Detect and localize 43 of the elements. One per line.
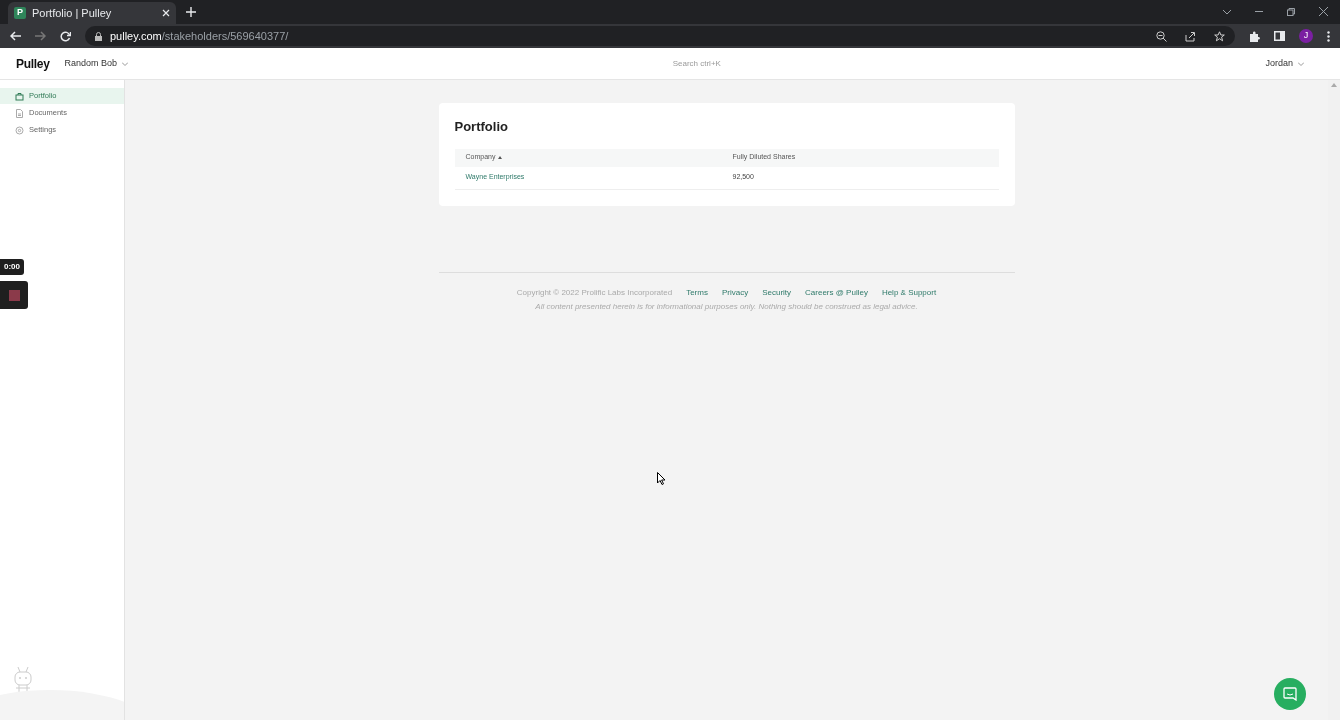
recording-timer: 0:00: [0, 259, 24, 275]
footer-link[interactable]: Careers @ Pulley: [805, 286, 868, 299]
tab-title: Portfolio | Pulley: [32, 5, 113, 21]
chat-icon: [1283, 687, 1297, 701]
chevron-down-icon[interactable]: [1223, 10, 1231, 15]
side-panel-icon[interactable]: [1274, 31, 1285, 41]
favicon-icon: P: [14, 7, 26, 19]
footer-link[interactable]: Privacy: [721, 286, 749, 299]
close-icon[interactable]: [1319, 7, 1328, 16]
back-icon[interactable]: [10, 31, 21, 41]
copyright-text: Copyright © 2022 Prolific Labs Incorporated: [516, 286, 673, 299]
url-text: pulley.com/stakeholders/569640377/: [110, 28, 289, 44]
footer-link[interactable]: Help & Support: [881, 286, 937, 299]
new-tab-icon[interactable]: [186, 7, 196, 17]
puzzle-icon[interactable]: [1249, 30, 1260, 42]
card-title: Portfolio: [454, 118, 509, 136]
forward-icon[interactable]: [35, 31, 46, 41]
sort-ascending-icon: [498, 156, 503, 159]
documents-icon: [15, 108, 24, 118]
organization-dropdown[interactable]: Random Bob: [64, 56, 129, 71]
address-bar[interactable]: pulley.com/stakeholders/569640377/: [85, 26, 1235, 46]
user-dropdown[interactable]: Jordan: [1265, 56, 1304, 71]
settings-icon: [15, 125, 24, 135]
footer-link[interactable]: Terms: [686, 286, 708, 299]
browser-tab[interactable]: P Portfolio | Pulley: [8, 2, 176, 24]
footer-link[interactable]: Security: [762, 286, 792, 299]
portfolio-icon: [15, 91, 24, 101]
robot-icon: [12, 666, 34, 694]
star-icon[interactable]: [1214, 30, 1225, 42]
menu-icon[interactable]: [1327, 30, 1330, 42]
zoom-out-icon[interactable]: [1156, 30, 1167, 42]
reload-icon[interactable]: [60, 30, 71, 42]
brand-logo[interactable]: Pulley: [16, 54, 50, 73]
stop-icon: [8, 289, 20, 301]
chevron-down-icon: [122, 61, 129, 66]
share-icon[interactable]: [1185, 30, 1196, 42]
lock-icon: [95, 31, 102, 41]
chevron-down-icon: [1298, 61, 1304, 66]
restore-icon[interactable]: [1287, 8, 1295, 16]
chat-button[interactable]: [1274, 678, 1306, 710]
profile-avatar[interactable]: J: [1299, 29, 1313, 43]
cursor-icon: [657, 472, 666, 485]
search-field[interactable]: Search ctrl+K: [616, 57, 777, 70]
